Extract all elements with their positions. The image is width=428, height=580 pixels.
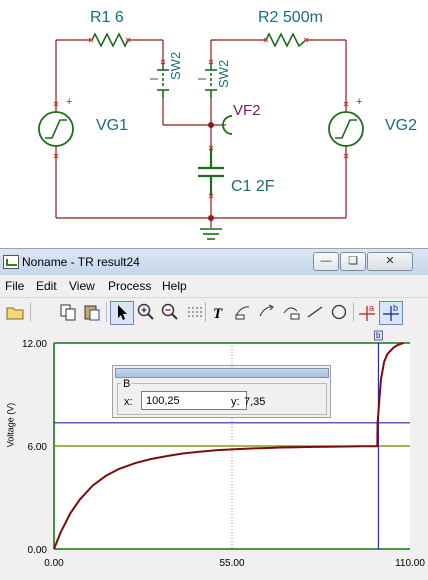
y-tick-label: 0.00	[28, 545, 48, 556]
menu-help[interactable]: Help	[162, 279, 187, 293]
x-tick-label: 110.00	[395, 558, 425, 569]
arrow-icon[interactable]	[110, 301, 134, 325]
menu-file[interactable]: File	[5, 279, 24, 293]
toolbar-separator	[30, 302, 31, 322]
c1-label: C1 2F	[231, 178, 275, 195]
cursor-box-title-bar[interactable]	[115, 368, 329, 378]
zoom-in-icon[interactable]	[134, 301, 158, 325]
x-tick-label: 55.00	[219, 558, 244, 569]
r1-resistor	[91, 32, 129, 48]
menu-edit[interactable]: Edit	[36, 279, 57, 293]
folder-icon[interactable]	[3, 301, 27, 325]
r2-label: R2 500m	[258, 9, 323, 26]
minimize-button[interactable]: —	[313, 252, 339, 271]
paste-icon[interactable]	[80, 301, 104, 325]
close-button[interactable]: ✕	[367, 252, 413, 271]
vg2-source	[328, 111, 364, 147]
circuit-schematic	[38, 32, 364, 240]
y-tick-label: 6.00	[28, 442, 48, 453]
cursor-group-label: B	[121, 378, 133, 390]
vf2-label: VF2	[233, 102, 261, 119]
cursor-y-value: 7,35	[244, 396, 266, 408]
x-tick-label: 0.00	[44, 558, 64, 569]
copy-icon[interactable]	[56, 301, 80, 325]
tool-a-icon[interactable]	[231, 301, 255, 325]
app-icon	[3, 255, 19, 269]
menu-view[interactable]: View	[69, 279, 95, 293]
restore-button[interactable]: ❏	[340, 252, 366, 271]
cursor-a-icon[interactable]: a	[355, 301, 379, 325]
zoom-out-icon[interactable]	[158, 301, 182, 325]
sw-right-switch	[198, 62, 217, 98]
cursor-x-label: x:	[124, 396, 133, 408]
vg2-plus-sign: +	[356, 96, 363, 108]
cursor-b-letter: b	[393, 303, 398, 313]
cursor-b-icon[interactable]: b	[379, 301, 403, 325]
r1-label: R1 6	[90, 9, 124, 26]
menu-process[interactable]: Process	[108, 279, 151, 293]
tool-c-icon[interactable]	[279, 301, 303, 325]
toolbar-separator	[205, 302, 206, 322]
vg1-label: VG1	[96, 117, 129, 134]
y-tick-label: 12.00	[22, 339, 47, 350]
cursor-info-box[interactable]: B x: 100,25 y: 7,35	[112, 365, 331, 418]
circle-icon[interactable]	[327, 301, 351, 325]
vg1-plus-sign: +	[66, 96, 73, 108]
cursor-a-letter: a	[369, 303, 374, 313]
sw-left-label: SW2	[168, 51, 183, 80]
toolbar-separator	[106, 302, 107, 322]
toolbar: T a b	[0, 297, 428, 328]
c1-capacitor	[198, 148, 224, 196]
tool-b-icon[interactable]	[255, 301, 279, 325]
line-icon[interactable]	[303, 301, 327, 325]
junction-dot	[208, 122, 214, 128]
junction-dot	[208, 215, 214, 221]
vg2-label: VG2	[385, 117, 418, 134]
cursor-marker-label: b	[376, 331, 381, 340]
sw-left-switch	[150, 62, 169, 98]
svg-text:T: T	[213, 306, 223, 322]
text-icon[interactable]: T	[207, 301, 231, 325]
ground-icon	[200, 228, 222, 240]
window-title: Noname - TR result24	[22, 255, 140, 269]
grid-icon[interactable]	[183, 301, 207, 325]
vg1-source	[38, 111, 74, 147]
toolbar-separator	[353, 302, 354, 322]
r2-resistor	[265, 32, 307, 48]
y-axis-label: Voltage (V)	[5, 402, 16, 448]
cursor-y-label: y:	[231, 396, 240, 408]
menu-bar: File Edit View Process Help	[0, 276, 428, 296]
sw-right-label: SW2	[216, 59, 231, 88]
title-bar[interactable]: Noname - TR result24 — ❏ ✕	[0, 249, 428, 275]
